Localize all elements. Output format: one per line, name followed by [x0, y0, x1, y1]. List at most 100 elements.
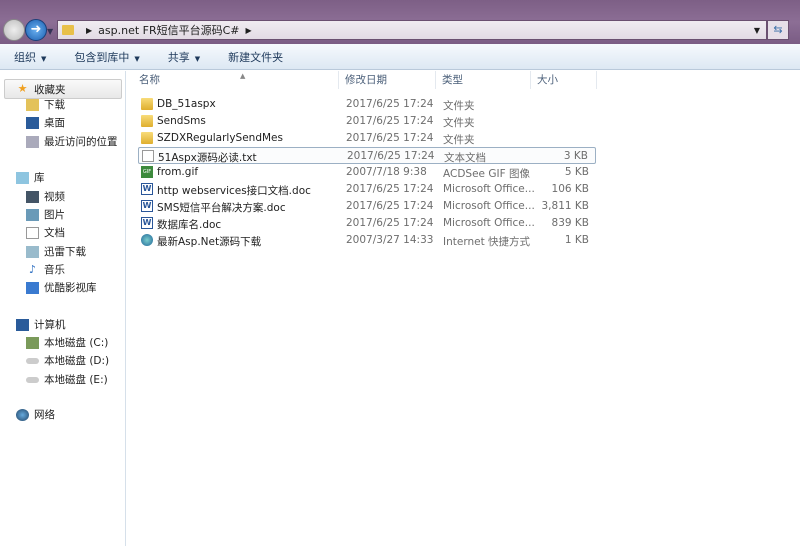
nav-label: 最近访问的位置 — [44, 136, 118, 148]
share-label: 共享 — [167, 50, 190, 64]
title-bar: ➜ ▼ ▶ asp.net FR短信平台源码C# ▶ ▼ ⇆ — [0, 0, 800, 44]
nav-documents[interactable]: 文档 — [26, 224, 65, 241]
file-type: 文件夹 — [443, 100, 475, 112]
recent-places-icon — [26, 135, 39, 148]
folder-icon — [62, 25, 74, 35]
file-type: ACDSee GIF 图像 — [443, 168, 530, 180]
file-name: 数据库名.doc — [157, 219, 222, 231]
nav-youku-library[interactable]: 优酷影视库 — [26, 279, 97, 296]
nav-label: 计算机 — [34, 319, 66, 331]
file-type: Microsoft Office... — [443, 183, 535, 195]
forward-button[interactable]: ➜ — [25, 19, 47, 41]
file-size: 3 KB — [563, 150, 588, 162]
share-button[interactable]: 共享 ▼ — [154, 49, 214, 65]
file-row[interactable]: W SMS短信平台解决方案.doc 2017/6/25 17:24 Microsoft… — [138, 198, 596, 215]
breadcrumb-separator-icon[interactable]: ▶ — [246, 26, 252, 35]
nav-drive-d[interactable]: 本地磁盘 (D:) — [26, 352, 109, 369]
file-row[interactable]: W 数据库名.doc 2017/6/25 17:24 Microsoft Office… — [138, 215, 596, 232]
file-size: 5 KB — [564, 166, 589, 178]
address-bar[interactable]: ▶ asp.net FR短信平台源码C# ▶ ▼ — [57, 20, 767, 40]
file-size: 1 KB — [564, 234, 589, 246]
nav-pictures[interactable]: 图片 — [26, 206, 65, 223]
include-in-library-button[interactable]: 包含到库中 ▼ — [60, 49, 153, 65]
url-icon — [141, 234, 153, 246]
column-label: 名称 — [139, 74, 160, 86]
arrow-right-icon: ➜ — [30, 22, 42, 37]
nav-computer[interactable]: 计算机 — [16, 316, 66, 333]
file-date: 2007/3/27 14:33 — [346, 234, 434, 246]
video-icon — [26, 190, 39, 203]
file-date: 2017/6/25 17:24 — [346, 217, 434, 229]
network-icon — [16, 408, 29, 421]
chevron-down-icon: ▼ — [41, 54, 47, 63]
back-button[interactable] — [3, 19, 25, 41]
nav-label: 本地磁盘 (C:) — [44, 337, 109, 349]
column-header-name[interactable]: 名称 ▲ — [133, 71, 339, 89]
nav-thunder-downloads[interactable]: 迅雷下载 — [26, 243, 86, 260]
nav-label: 网络 — [34, 409, 55, 421]
file-name: SZDXRegularlySendMes — [157, 132, 283, 144]
file-name: 51Aspx源码必读.txt — [158, 152, 257, 164]
file-name: SendSms — [157, 115, 206, 127]
column-header-type[interactable]: 类型 — [436, 71, 531, 89]
nav-videos[interactable]: 视频 — [26, 188, 65, 205]
nav-downloads[interactable]: 下载 — [26, 96, 65, 113]
nav-desktop[interactable]: 桌面 — [26, 114, 65, 131]
drive-icon — [26, 376, 39, 383]
column-label: 修改日期 — [345, 74, 387, 86]
organize-button[interactable]: 组织 ▼ — [0, 49, 60, 65]
column-label: 类型 — [442, 74, 463, 86]
gif-icon: GIF — [141, 166, 153, 178]
nav-label: 库 — [34, 172, 45, 184]
breadcrumb-separator-icon[interactable]: ▶ — [86, 26, 92, 35]
downloads-icon — [26, 98, 39, 111]
nav-label: 下载 — [44, 99, 65, 111]
address-dropdown-icon[interactable]: ▼ — [754, 26, 760, 35]
file-row[interactable]: GIF from.gif 2007/7/18 9:38 ACDSee GIF 图像 5 … — [138, 164, 596, 181]
file-size: 839 KB — [551, 217, 589, 229]
file-row[interactable]: 最新Asp.Net源码下载 2007/3/27 14:33 Internet 快捷方… — [138, 232, 596, 249]
drive-icon — [26, 357, 39, 364]
file-type: Internet 快捷方式 — [443, 236, 531, 248]
nav-drive-c[interactable]: 本地磁盘 (C:) — [26, 334, 108, 351]
file-date: 2017/6/25 17:24 — [346, 98, 434, 110]
include-label: 包含到库中 — [74, 50, 130, 64]
sort-ascending-icon: ▲ — [240, 72, 246, 80]
nav-label: 本地磁盘 (D:) — [44, 355, 110, 367]
youku-library-icon — [26, 281, 39, 294]
new-folder-button[interactable]: 新建文件夹 — [214, 49, 297, 65]
file-name: http webservices接口文档.doc — [157, 185, 311, 197]
nav-music[interactable]: ♪ 音乐 — [26, 261, 65, 278]
refresh-button[interactable]: ⇆ — [767, 20, 789, 40]
recent-pages-dropdown[interactable]: ▼ — [47, 27, 53, 36]
folder-icon — [141, 132, 153, 144]
file-row[interactable]: SendSms 2017/6/25 17:24 文件夹 — [138, 113, 596, 130]
file-type: 文件夹 — [443, 117, 475, 129]
file-date: 2017/6/25 17:24 — [346, 200, 434, 212]
column-label: 大小 — [537, 74, 558, 86]
doc-icon: W — [141, 200, 153, 212]
file-date: 2017/6/25 17:24 — [347, 150, 435, 162]
file-row[interactable]: 51Aspx源码必读.txt 2017/6/25 17:24 文本文档 3 KB — [138, 147, 596, 164]
file-row[interactable]: DB_51aspx 2017/6/25 17:24 文件夹 — [138, 96, 596, 113]
nav-label: 本地磁盘 (E:) — [44, 374, 108, 386]
star-icon: ★ — [17, 82, 28, 95]
nav-libraries[interactable]: 库 — [16, 169, 45, 186]
thunder-downloads-icon — [26, 245, 39, 258]
navigation-pane: ★ 收藏夹 下载 桌面 最近访问的位置 库 视频 图片 文档 迅雷下载 ♪ 音乐 优… — [0, 71, 126, 546]
organize-label: 组织 — [14, 50, 36, 64]
new-folder-label: 新建文件夹 — [228, 50, 284, 64]
file-size: 3,811 KB — [541, 200, 590, 212]
nav-network[interactable]: 网络 — [16, 406, 55, 423]
nav-label: 收藏夹 — [34, 83, 66, 96]
music-icon: ♪ — [28, 262, 37, 276]
nav-drive-e[interactable]: 本地磁盘 (E:) — [26, 371, 108, 388]
column-header-size[interactable]: 大小 — [531, 71, 597, 89]
breadcrumb-current-folder[interactable]: asp.net FR短信平台源码C# — [98, 22, 239, 38]
computer-icon — [16, 318, 29, 331]
txt-icon — [142, 150, 154, 162]
file-row[interactable]: SZDXRegularlySendMes 2017/6/25 17:24 文件夹 — [138, 130, 596, 147]
column-header-date[interactable]: 修改日期 — [339, 71, 436, 89]
file-row[interactable]: Whttp webservices接口文档.doc 2017/6/25 17:24… — [138, 181, 596, 198]
nav-recent-places[interactable]: 最近访问的位置 — [26, 133, 118, 150]
